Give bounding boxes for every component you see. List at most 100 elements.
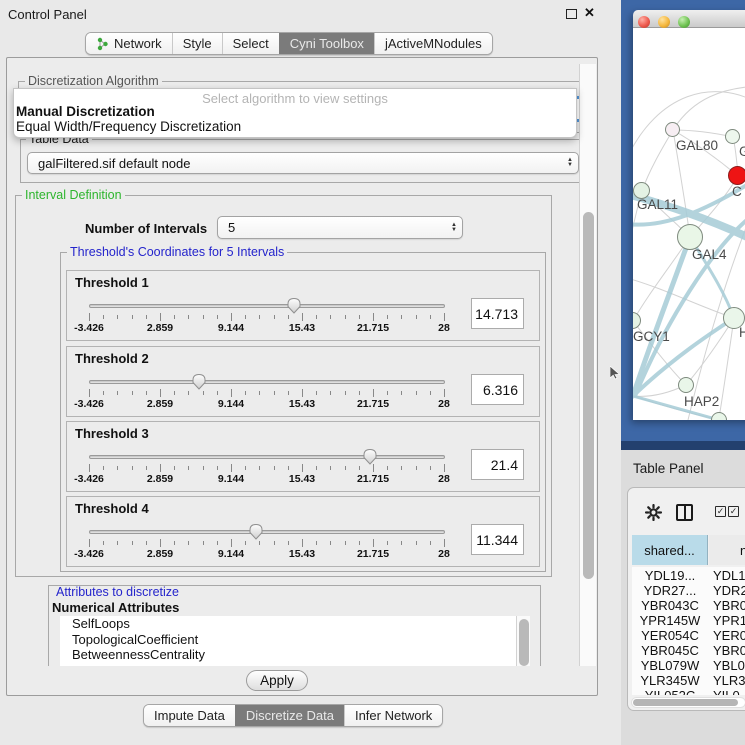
tick-label: 21.715 (357, 548, 389, 560)
split-columns-icon[interactable] (676, 504, 693, 521)
slider-thumb[interactable] (362, 448, 378, 465)
column-header-shared[interactable]: shared... (632, 535, 708, 565)
numerical-attributes-list[interactable]: SelfLoops TopologicalCoefficient Between… (60, 616, 516, 666)
table-row[interactable]: YBL079WYBL0 (632, 658, 745, 673)
slider-track[interactable] (89, 380, 445, 384)
tick-label: 9.144 (218, 548, 244, 560)
threshold-3-value-field[interactable]: 21.4 (471, 449, 524, 480)
threshold-1-panel: Threshold 1 -3.426 2.859 9.144 15.43 21.… (66, 270, 540, 341)
list-item[interactable]: BetweennessCentrality (60, 647, 516, 663)
number-of-intervals-combo[interactable]: 5 ▲▼ (217, 216, 463, 239)
slider-thumb[interactable] (191, 373, 207, 390)
threshold-3-panel: Threshold 3 -3.426 2.859 9.144 15.43 21.… (66, 421, 540, 492)
node-partial-top-right[interactable] (725, 129, 740, 144)
node-red-selected[interactable] (728, 166, 745, 185)
tick-label: 21.715 (357, 398, 389, 410)
tick-label: 28 (438, 548, 450, 560)
node-label: H (739, 325, 745, 340)
table-row[interactable]: YDR27...YDR2 (632, 583, 745, 598)
tab-discretize-data[interactable]: Discretize Data (235, 705, 344, 726)
node-gal80[interactable] (665, 122, 680, 137)
tick-label: 15.43 (289, 322, 315, 334)
tab-impute-data[interactable]: Impute Data (144, 705, 235, 726)
slider-ticks (89, 389, 446, 398)
slider-thumb[interactable] (248, 523, 264, 540)
mouse-cursor (610, 366, 621, 380)
table-row[interactable]: YIL052CYIL0 (632, 688, 745, 695)
tab-network[interactable]: Network (86, 33, 172, 54)
tick-label: -3.426 (74, 473, 104, 485)
tab-cyni-toolbox[interactable]: Cyni Toolbox (279, 33, 374, 54)
threshold-4-panel: Threshold 4 -3.426 2.859 9.144 15.43 21.… (66, 496, 540, 567)
checkbox-icon[interactable]: ✓ (728, 506, 739, 517)
node-label: GAL11 (637, 197, 678, 212)
float-window-icon[interactable] (566, 9, 577, 19)
numerical-attributes-label: Numerical Attributes (52, 600, 179, 615)
tick-label: -3.426 (74, 398, 104, 410)
slider-track[interactable] (89, 304, 445, 308)
thresholds-group-title: Threshold's Coordinates for 5 Intervals (67, 245, 287, 259)
panel-scrollbar[interactable] (579, 64, 596, 666)
close-icon[interactable]: ✕ (584, 5, 595, 21)
list-item[interactable]: TopologicalCoefficient (60, 632, 516, 648)
table-row[interactable]: YER054CYER0 (632, 628, 745, 643)
tab-style[interactable]: Style (172, 33, 222, 54)
threshold-2-value-field[interactable]: 6.316 (471, 374, 524, 405)
list-item[interactable]: SelfLoops (60, 616, 516, 632)
slider-track[interactable] (89, 455, 445, 459)
tick-label: 15.43 (289, 473, 315, 485)
table-row[interactable]: YBR043CYBR0 (632, 598, 745, 613)
table-row[interactable]: YLR345WYLR3 (632, 673, 745, 688)
popup-item-equal-width[interactable]: Equal Width/Frequency Discretization (16, 119, 241, 134)
table-row[interactable]: YPR145WYPR1 (632, 613, 745, 628)
tab-jactivemnodules[interactable]: jActiveMNodules (374, 33, 492, 54)
tab-select[interactable]: Select (222, 33, 279, 54)
network-canvas[interactable]: GAL80 GA C GAL11 GAL4 GCY1 H HAP2 (633, 28, 745, 420)
tick-label: 28 (438, 473, 450, 485)
zoom-traffic-light-icon[interactable] (678, 16, 690, 28)
list-scrollbar[interactable] (516, 616, 530, 666)
close-traffic-light-icon[interactable] (638, 16, 650, 28)
popup-item-manual-discretization[interactable]: Manual Discretization (16, 104, 155, 119)
table-panel-title: Table Panel (633, 461, 704, 476)
node-label: HAP2 (684, 394, 719, 409)
tick-label: 21.715 (357, 473, 389, 485)
slider-ticks (89, 313, 446, 322)
table-row[interactable]: YBR045CYBR0 (632, 643, 745, 658)
table-horizontal-scrollbar[interactable] (631, 697, 745, 708)
tab-infer-network[interactable]: Infer Network (344, 705, 442, 726)
tick-label: 2.859 (147, 322, 173, 334)
tick-label: 28 (438, 322, 450, 334)
apply-button[interactable]: Apply (246, 670, 308, 691)
network-window-titlebar[interactable] (633, 10, 745, 28)
app-screen: Control Panel ✕ Network Style Select Cyn… (0, 0, 745, 745)
slider-thumb[interactable] (286, 297, 302, 314)
threshold-1-value-field[interactable]: 14.713 (471, 298, 524, 329)
tick-label: 2.859 (147, 398, 173, 410)
column-header-name[interactable]: n (709, 535, 745, 565)
node-table: ✓ ✓ shared... n YDL19...YDL1 YDR27...YDR… (627, 487, 745, 711)
table-rows: YDL19...YDL1 YDR27...YDR2 YBR043CYBR0 YP… (632, 567, 745, 695)
minimize-traffic-light-icon[interactable] (658, 16, 670, 28)
node-label: C (732, 184, 742, 199)
table-row[interactable]: YDL19...YDL1 (632, 568, 745, 583)
network-window[interactable]: GAL80 GA C GAL11 GAL4 GCY1 H HAP2 (633, 10, 745, 420)
top-tab-bar: Network Style Select Cyni Toolbox jActiv… (85, 32, 493, 55)
tick-label: 21.715 (357, 322, 389, 334)
tick-label: 28 (438, 398, 450, 410)
tick-label: 15.43 (289, 398, 315, 410)
slider-ticks (89, 464, 446, 473)
gear-icon[interactable] (645, 504, 662, 521)
algorithm-dropdown-popup: Select algorithm to view settings Manual… (13, 88, 577, 138)
node-hap2[interactable] (678, 377, 694, 393)
slider-track[interactable] (89, 530, 445, 534)
threshold-4-value-field[interactable]: 11.344 (471, 524, 524, 555)
bottom-tab-bar: Impute Data Discretize Data Infer Networ… (143, 704, 443, 727)
tick-label: 9.144 (218, 473, 244, 485)
interval-definition-title: Interval Definition (22, 188, 125, 202)
tick-label: 9.144 (218, 322, 244, 334)
tick-label: 2.859 (147, 473, 173, 485)
checkbox-icon[interactable]: ✓ (715, 506, 726, 517)
table-data-combo[interactable]: galFiltered.sif default node ▲▼ (27, 152, 579, 174)
tick-label: 9.144 (218, 398, 244, 410)
